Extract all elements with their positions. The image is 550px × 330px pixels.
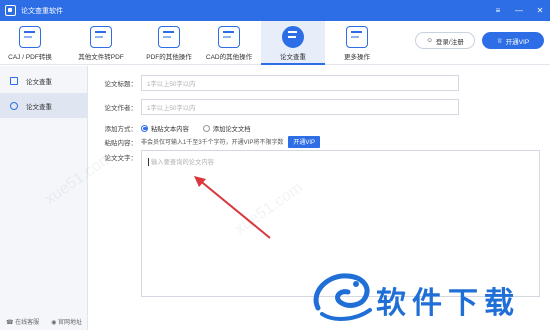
arrow-shaft [197, 178, 271, 239]
watermark-brand-text: 软件下载 [376, 286, 520, 321]
